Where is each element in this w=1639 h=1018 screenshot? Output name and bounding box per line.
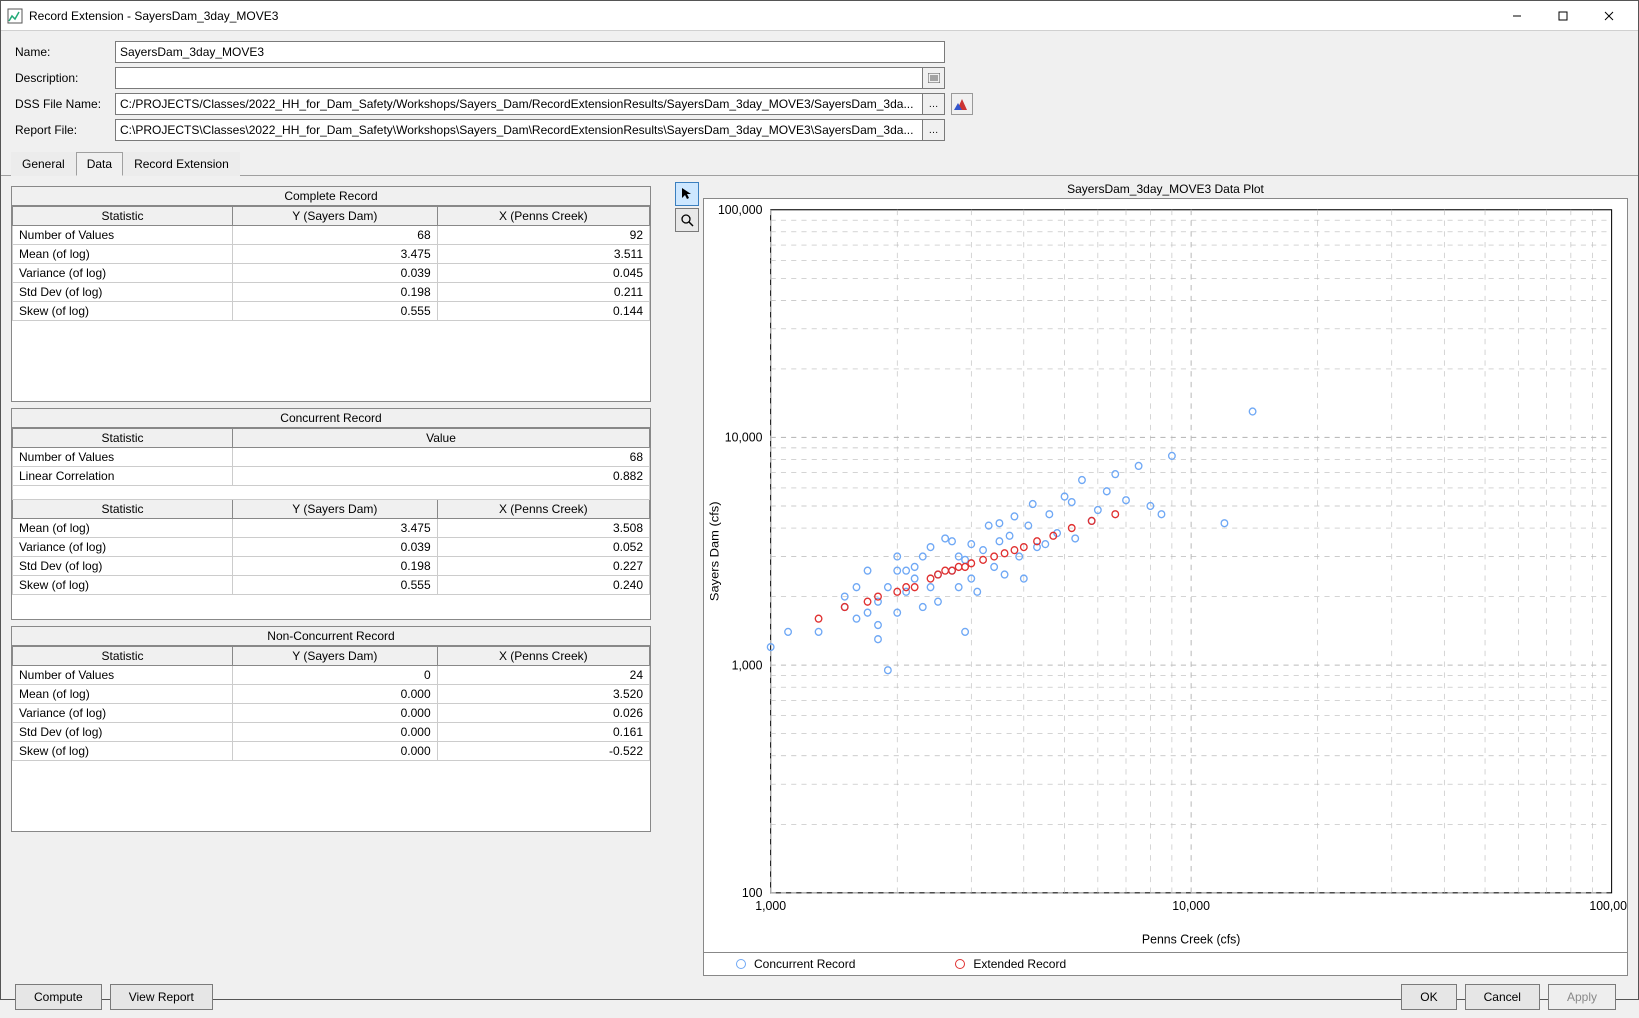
apply-button[interactable]: Apply <box>1548 984 1616 1010</box>
close-button[interactable] <box>1586 1 1632 31</box>
maximize-button[interactable] <box>1540 1 1586 31</box>
data-tables-panel: Complete Record Statistic Y (Sayers Dam)… <box>1 176 671 976</box>
header-form: Name: Description: DSS File Name: … Repo… <box>1 31 1638 151</box>
table-row: Number of Values6892 <box>13 226 650 245</box>
legend-item-concurrent: Concurrent Record <box>736 957 855 971</box>
ok-button[interactable]: OK <box>1401 984 1456 1010</box>
description-expand-button[interactable] <box>923 67 945 89</box>
table-row: Skew (of log)0.5550.144 <box>13 302 650 321</box>
col-value: Value <box>233 429 650 448</box>
table-row: Std Dev (of log)0.1980.211 <box>13 283 650 302</box>
chart-legend: Concurrent Record Extended Record <box>703 953 1628 976</box>
table-row: Mean (of log)0.0003.520 <box>13 685 650 704</box>
description-label: Description: <box>15 71 115 85</box>
col-statistic: Statistic <box>13 647 233 666</box>
compute-button[interactable]: Compute <box>15 984 102 1010</box>
table-title: Concurrent Record <box>12 409 650 428</box>
table-row: Skew (of log)0.5550.240 <box>13 576 650 595</box>
table-row: Linear Correlation0.882 <box>13 467 650 486</box>
chart-toolbar <box>671 176 699 976</box>
bottom-button-bar: Compute View Report OK Cancel Apply <box>1 976 1638 1018</box>
table-title: Non-Concurrent Record <box>12 627 650 646</box>
table-row: Mean (of log)3.4753.508 <box>13 519 650 538</box>
dss-file-browse-button[interactable]: … <box>923 93 945 115</box>
complete-record-table: Complete Record Statistic Y (Sayers Dam)… <box>11 186 651 402</box>
pointer-tool-button[interactable] <box>675 182 699 206</box>
svg-text:100,000: 100,000 <box>718 203 762 217</box>
svg-text:Penns Creek (cfs): Penns Creek (cfs) <box>1142 932 1240 946</box>
concurrent-record-table: Concurrent Record Statistic Value Number… <box>11 408 651 620</box>
window-titlebar: Record Extension - SayersDam_3day_MOVE3 <box>1 1 1638 31</box>
col-statistic: Statistic <box>13 500 233 519</box>
col-y: Y (Sayers Dam) <box>233 500 438 519</box>
view-report-button[interactable]: View Report <box>110 984 213 1010</box>
window-title: Record Extension - SayersDam_3day_MOVE3 <box>29 9 1494 23</box>
report-file-browse-button[interactable]: … <box>923 119 945 141</box>
cancel-button[interactable]: Cancel <box>1465 984 1540 1010</box>
svg-text:10,000: 10,000 <box>1172 899 1210 913</box>
table-row: Variance (of log)0.0390.052 <box>13 538 650 557</box>
name-input[interactable] <box>115 41 945 63</box>
table-row: Mean (of log)3.4753.511 <box>13 245 650 264</box>
svg-text:100: 100 <box>742 886 763 900</box>
report-file-label: Report File: <box>15 123 115 137</box>
svg-text:1,000: 1,000 <box>732 658 763 672</box>
dss-plot-icon[interactable] <box>951 93 973 115</box>
tab-general[interactable]: General <box>11 152 76 176</box>
tab-strip: General Data Record Extension <box>1 151 1638 176</box>
svg-text:Sayers Dam (cfs): Sayers Dam (cfs) <box>708 501 722 601</box>
col-y: Y (Sayers Dam) <box>233 647 438 666</box>
dss-file-input[interactable] <box>115 93 923 115</box>
col-x: X (Penns Creek) <box>437 207 649 226</box>
col-y: Y (Sayers Dam) <box>233 207 438 226</box>
col-statistic: Statistic <box>13 207 233 226</box>
table-row: Number of Values68 <box>13 448 650 467</box>
legend-item-extended: Extended Record <box>955 957 1066 971</box>
legend-swatch-concurrent-icon <box>736 959 746 969</box>
nonconcurrent-record-table: Non-Concurrent Record Statistic Y (Sayer… <box>11 626 651 832</box>
table-row: Skew (of log)0.000-0.522 <box>13 742 650 761</box>
chart-title: SayersDam_3day_MOVE3 Data Plot <box>703 182 1628 196</box>
table-row: Variance (of log)0.0390.045 <box>13 264 650 283</box>
table-row: Std Dev (of log)0.0000.161 <box>13 723 650 742</box>
table-row: Std Dev (of log)0.1980.227 <box>13 557 650 576</box>
name-label: Name: <box>15 45 115 59</box>
zoom-tool-button[interactable] <box>675 208 699 232</box>
tab-data[interactable]: Data <box>76 152 123 176</box>
col-x: X (Penns Creek) <box>437 500 649 519</box>
minimize-button[interactable] <box>1494 1 1540 31</box>
svg-text:1,000: 1,000 <box>755 899 786 913</box>
col-statistic: Statistic <box>13 429 233 448</box>
chart-panel: SayersDam_3day_MOVE3 Data Plot 1,000 10,0… <box>699 176 1638 976</box>
svg-text:10,000: 10,000 <box>725 430 763 444</box>
tab-record-extension[interactable]: Record Extension <box>123 152 240 176</box>
dss-file-label: DSS File Name: <box>15 97 115 111</box>
table-row: Number of Values024 <box>13 666 650 685</box>
app-icon <box>7 8 23 24</box>
table-title: Complete Record <box>12 187 650 206</box>
legend-swatch-extended-icon <box>955 959 965 969</box>
report-file-input[interactable] <box>115 119 923 141</box>
description-input[interactable] <box>115 67 923 89</box>
table-row: Variance (of log)0.0000.026 <box>13 704 650 723</box>
col-x: X (Penns Creek) <box>437 647 649 666</box>
svg-text:100,000: 100,000 <box>1589 899 1627 913</box>
data-plot-area[interactable]: 1,00010,000100,0001001,00010,000100,000P… <box>703 198 1628 953</box>
